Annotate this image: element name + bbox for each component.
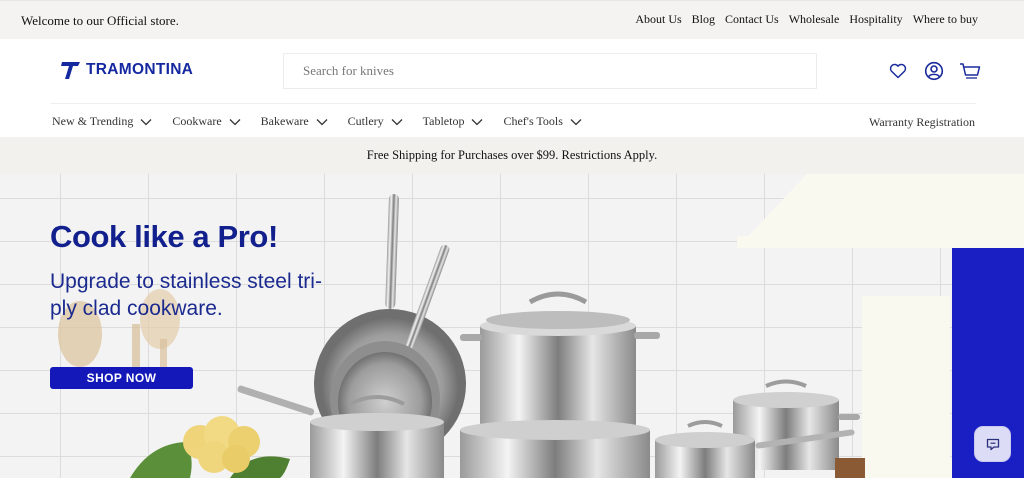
nav-item-cutlery[interactable]: Cutlery [348, 114, 403, 129]
header-icons [887, 61, 981, 81]
chevron-down-icon [316, 118, 328, 125]
hospitality-link[interactable]: Hospitality [849, 12, 902, 27]
account-icon[interactable] [923, 61, 945, 81]
chevron-down-icon [472, 118, 483, 125]
nav-item-cookware[interactable]: Cookware [172, 114, 241, 129]
search-input[interactable] [284, 54, 816, 88]
utility-bar: Welcome to our Official store. About Us … [0, 0, 1024, 39]
where-to-buy-link[interactable]: Where to buy [913, 12, 978, 27]
chat-icon [986, 438, 999, 450]
chevron-down-icon [391, 118, 403, 125]
nav-item-bakeware[interactable]: Bakeware [261, 114, 328, 129]
main-nav: New & Trending Cookware Bakeware Cutlery… [0, 104, 1024, 137]
nav-item-new-trending[interactable]: New & Trending [52, 114, 152, 129]
chevron-down-icon [570, 118, 582, 125]
contact-us-link[interactable]: Contact Us [725, 12, 779, 27]
chat-button[interactable] [974, 426, 1011, 462]
wholesale-link[interactable]: Wholesale [789, 12, 840, 27]
heart-icon[interactable] [887, 61, 909, 81]
nav-item-chefs-tools[interactable]: Chef's Tools [503, 114, 582, 129]
hero-banner[interactable]: Cook like a Pro! Upgrade to stainless st… [0, 174, 1024, 478]
utility-links: About Us Blog Contact Us Wholesale Hospi… [635, 12, 978, 27]
warranty-registration-link[interactable]: Warranty Registration [869, 115, 975, 130]
blog-link[interactable]: Blog [692, 12, 715, 27]
nav-item-label: Tabletop [422, 114, 465, 128]
chevron-down-icon [229, 118, 241, 125]
logo-text: TRAMONTINA [86, 61, 194, 78]
logo-mark-icon [61, 62, 80, 79]
welcome-message: Welcome to our Official store. [21, 13, 179, 28]
promo-bar: Free Shipping for Purchases over $99. Re… [0, 137, 1024, 174]
cart-icon[interactable] [959, 61, 981, 81]
hero-subtitle: Upgrade to stainless steel tri-ply clad … [50, 270, 322, 320]
about-us-link[interactable]: About Us [635, 12, 681, 27]
chevron-down-icon [140, 118, 152, 125]
nav-item-label: Cookware [172, 114, 222, 128]
search-box [283, 53, 817, 89]
nav-item-label: Chef's Tools [503, 114, 563, 128]
nav-item-label: New & Trending [52, 114, 134, 128]
nav-item-tabletop[interactable]: Tabletop [423, 114, 484, 129]
tramontina-logo[interactable]: TRAMONTINA [60, 59, 193, 81]
nav-item-label: Bakeware [260, 114, 309, 128]
hero-title: Cook like a Pro! [50, 219, 278, 254]
shop-now-button[interactable]: SHOP NOW [50, 367, 193, 389]
site-header: TRAMONTINA [0, 39, 1024, 103]
nav-item-label: Cutlery [347, 114, 384, 128]
